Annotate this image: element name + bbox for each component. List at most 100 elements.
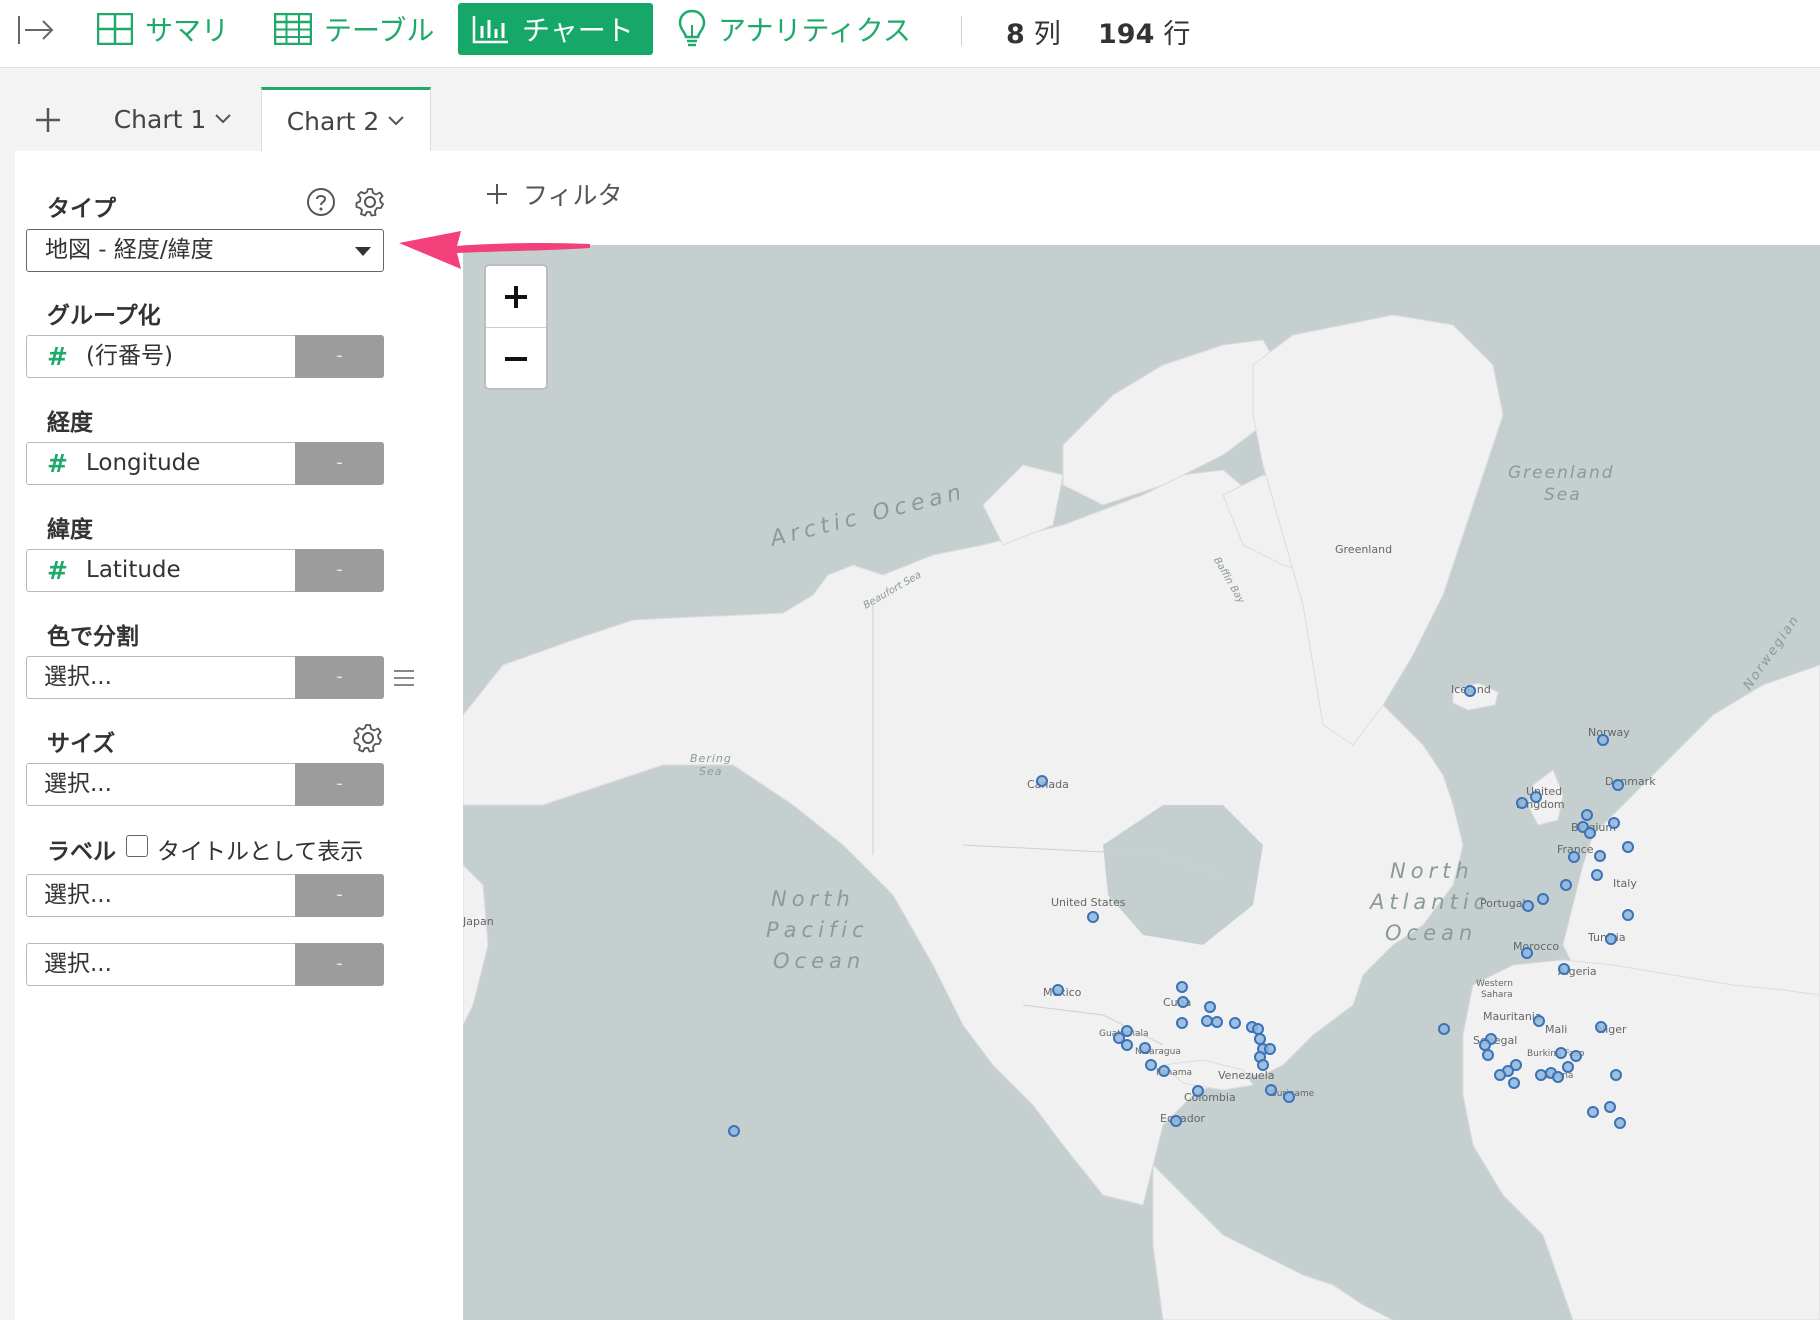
- map-point: [1170, 1115, 1182, 1127]
- map-point: [1139, 1042, 1151, 1054]
- label-field-2[interactable]: 選択... -: [26, 943, 384, 986]
- map-point: [1508, 1077, 1520, 1089]
- color-split-remove-button[interactable]: -: [295, 656, 384, 699]
- map-point: [1530, 791, 1542, 803]
- map-point: [1555, 1047, 1567, 1059]
- latitude-remove-button[interactable]: -: [295, 549, 384, 592]
- map-zoom-control: [484, 264, 548, 390]
- map-point: [1594, 850, 1606, 862]
- latitude-field[interactable]: # Latitude -: [26, 549, 384, 592]
- color-split-label: 色で分割: [47, 624, 139, 650]
- map-point: [1494, 1069, 1506, 1081]
- nav-table[interactable]: テーブル: [260, 3, 450, 55]
- annotation-arrow-icon: [399, 231, 590, 269]
- map-point: [1612, 779, 1624, 791]
- map-point: [1264, 1043, 1276, 1055]
- map-point: [1591, 869, 1603, 881]
- add-filter-button[interactable]: フィルタ: [485, 176, 623, 212]
- chevron-down-icon: [388, 116, 404, 126]
- map-point: [1622, 841, 1634, 853]
- show-as-title-label: タイトルとして表示: [157, 839, 364, 865]
- menu-icon[interactable]: [392, 668, 416, 688]
- add-filter-label: フィルタ: [523, 181, 623, 210]
- map-point: [1052, 984, 1064, 996]
- map-point: [1608, 817, 1620, 829]
- row-count-value: 194: [1098, 19, 1155, 50]
- size-label: サイズ: [47, 731, 116, 757]
- map-point: [1211, 1016, 1223, 1028]
- map-point: [1145, 1059, 1157, 1071]
- collapse-sidebar-icon[interactable]: [16, 10, 56, 50]
- add-chart-icon[interactable]: [28, 100, 68, 140]
- nav-summary[interactable]: サマリ: [83, 3, 245, 55]
- chart-type-select[interactable]: 地図 - 経度/緯度: [26, 229, 384, 272]
- map-point: [1252, 1023, 1264, 1035]
- nav-analytics[interactable]: アナリティクス: [664, 3, 927, 55]
- map-point: [1610, 1069, 1622, 1081]
- plus-icon: [505, 285, 527, 308]
- color-split-field[interactable]: 選択... -: [26, 656, 384, 699]
- map-point: [1568, 851, 1580, 863]
- type-label: タイプ: [47, 196, 116, 222]
- map-point: [1204, 1001, 1216, 1013]
- map-point: [1176, 1017, 1188, 1029]
- dropdown-caret-icon: [355, 247, 371, 256]
- tab-chart-1[interactable]: Chart 1: [88, 87, 258, 151]
- map-view[interactable]: Arctic Ocean Greenland Sea Greenland Baf…: [463, 245, 1820, 1320]
- map-point: [1176, 981, 1188, 993]
- latitude-field-value: Latitude: [86, 557, 181, 583]
- map-point: [1584, 827, 1596, 839]
- nav-chart-label: チャート: [522, 14, 634, 47]
- map-point: [1201, 1015, 1213, 1027]
- map-point: [1510, 1059, 1522, 1071]
- map-point: [1192, 1085, 1204, 1097]
- tab-chart-2[interactable]: Chart 2: [261, 87, 431, 152]
- tab-chart-2-label: Chart 2: [286, 106, 380, 136]
- map-point: [1581, 809, 1593, 821]
- longitude-remove-button[interactable]: -: [295, 442, 384, 485]
- label-field-2-remove-button[interactable]: -: [295, 943, 384, 986]
- chevron-down-icon: [215, 114, 231, 124]
- size-field[interactable]: 選択... -: [26, 763, 384, 806]
- gear-icon[interactable]: [353, 723, 383, 753]
- gear-icon[interactable]: [355, 187, 385, 217]
- map-point: [1522, 900, 1534, 912]
- map-point: [1482, 1049, 1494, 1061]
- show-as-title-checkbox[interactable]: [126, 835, 148, 857]
- row-count: 194 行: [1098, 12, 1190, 51]
- bar-chart-icon: [472, 16, 508, 44]
- map-point: [1265, 1084, 1277, 1096]
- size-remove-button[interactable]: -: [295, 763, 384, 806]
- label-field-1-remove-button[interactable]: -: [295, 874, 384, 917]
- lightbulb-icon: [678, 9, 706, 47]
- group-label: グループ化: [47, 303, 161, 329]
- map-point: [1121, 1039, 1133, 1051]
- map-point: [1438, 1023, 1450, 1035]
- label-label: ラベル: [47, 839, 116, 865]
- map-point: [1464, 685, 1476, 697]
- label-field-1[interactable]: 選択... -: [26, 874, 384, 917]
- number-type-icon: #: [47, 449, 68, 478]
- longitude-field[interactable]: # Longitude -: [26, 442, 384, 485]
- longitude-field-value: Longitude: [86, 450, 201, 476]
- map-point: [1614, 1117, 1626, 1129]
- group-field[interactable]: # (行番号) -: [26, 335, 384, 378]
- map-point: [1604, 1101, 1616, 1113]
- help-icon[interactable]: [306, 187, 336, 217]
- minus-icon: [505, 356, 527, 361]
- zoom-out-button[interactable]: [486, 328, 546, 389]
- chart-type-value: 地図 - 経度/緯度: [45, 237, 214, 263]
- map-point: [1036, 775, 1048, 787]
- latitude-label: 緯度: [47, 517, 93, 543]
- column-count: 8 列: [1006, 12, 1061, 51]
- map-point: [1537, 893, 1549, 905]
- size-placeholder: 選択...: [44, 771, 112, 797]
- map-point: [1479, 1039, 1491, 1051]
- map-point: [1158, 1065, 1170, 1077]
- map-point: [1562, 1061, 1574, 1073]
- group-remove-button[interactable]: -: [295, 335, 384, 378]
- map-point: [1535, 1069, 1547, 1081]
- map-point: [1229, 1017, 1241, 1029]
- nav-chart[interactable]: チャート: [458, 3, 653, 55]
- nav-table-label: テーブル: [324, 14, 435, 47]
